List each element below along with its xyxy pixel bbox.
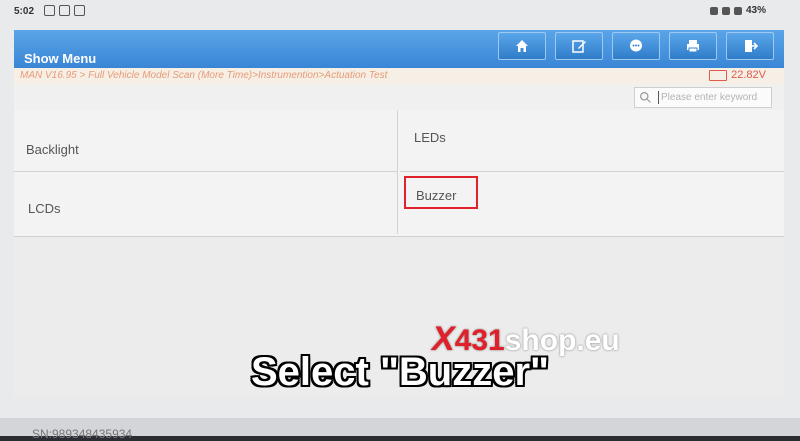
signal-icon — [709, 6, 718, 15]
video-caption: Select "Buzzer" — [250, 350, 550, 394]
notification-icon — [44, 5, 55, 16]
printer-icon — [687, 40, 699, 53]
menu-grid: Backlight LEDs LCDs Buzzer — [14, 110, 784, 237]
search-row — [14, 84, 784, 111]
page-title: Show Menu — [24, 51, 97, 66]
exit-icon — [745, 40, 758, 52]
notification-icon — [59, 5, 70, 16]
edit-icon — [572, 40, 586, 53]
battery-level: 43% — [745, 5, 766, 16]
menu-item-label: LEDs — [414, 130, 446, 145]
battery-voltage: 22.82V — [709, 69, 766, 81]
home-icon — [516, 40, 528, 52]
search-icon — [640, 92, 651, 103]
voltage-value: 22.82V — [731, 69, 766, 81]
menu-item-backlight[interactable]: Backlight — [14, 110, 398, 172]
exit-button[interactable] — [726, 32, 774, 60]
breadcrumb-bar: MAN V16.95 > Full Vehicle Model Scan (Mo… — [14, 68, 784, 84]
toolbar — [498, 32, 774, 60]
car-battery-icon — [709, 69, 728, 81]
menu-item-leds[interactable]: LEDs — [400, 110, 784, 172]
status-bar: 5:02 43% — [0, 0, 800, 26]
chat-button[interactable] — [612, 32, 660, 60]
menu-item-label: Backlight — [26, 142, 79, 157]
search-input[interactable] — [658, 91, 767, 104]
status-right: 43% — [709, 5, 766, 16]
notification-icon — [74, 5, 85, 16]
home-button[interactable] — [498, 32, 546, 60]
menu-item-lcds[interactable]: LCDs — [14, 172, 398, 234]
status-time: 5:02 — [14, 6, 35, 17]
edit-button[interactable] — [555, 32, 603, 60]
chat-icon — [630, 39, 642, 52]
battery-icon — [733, 6, 742, 15]
search-box[interactable] — [634, 87, 772, 108]
status-icons — [44, 5, 85, 16]
footer-bar: SN:989348435934 — [0, 418, 800, 441]
app-header: Show Menu — [14, 30, 784, 68]
breadcrumb: MAN V16.95 > Full Vehicle Model Scan (Mo… — [20, 70, 388, 81]
menu-item-label: LCDs — [28, 201, 61, 216]
wifi-icon — [721, 6, 730, 15]
buzzer-highlight-box — [404, 176, 478, 209]
print-button[interactable] — [669, 32, 717, 60]
serial-number: SN:989348435934 — [32, 427, 133, 441]
